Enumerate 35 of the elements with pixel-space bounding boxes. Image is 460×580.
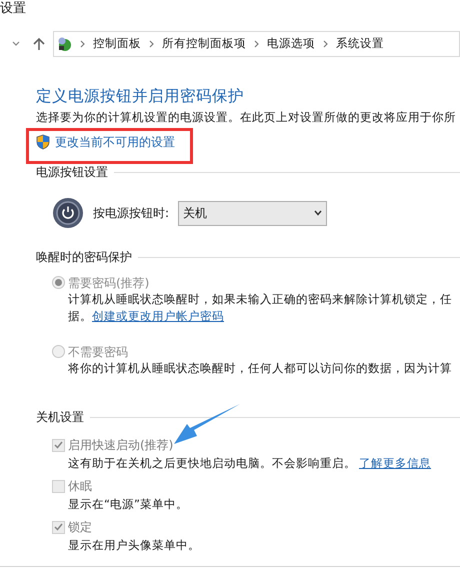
change-settings-link[interactable]: 更改当前不可用的设置 [55,133,175,151]
radio-label: 需要密码(推荐) [68,274,150,292]
chevron-right-icon [254,40,259,48]
description-text: 计算机从睡眠状态唤醒时，如果未输入正确的密码来解除计算机锁定，任 [68,291,453,308]
section-title: 关机设置 [36,409,84,426]
section-title: 电源按钮设置 [36,164,108,181]
chevron-down-icon[interactable] [12,41,20,47]
section-title: 唤醒时的密码保护 [36,249,132,266]
dropdown-caret-icon [314,210,322,216]
chevron-right-icon [80,40,85,48]
chevron-right-icon [149,40,154,48]
breadcrumb-item[interactable]: 电源选项 [267,35,315,53]
control-panel-icon [56,36,72,52]
window-title: 设置 [0,1,26,17]
address-bar[interactable]: 控制面板 所有控制面板项 电源选项 系统设置 [53,31,460,57]
description-text: 显示在“电源”菜单中。 [68,496,188,514]
description-text: 显示在用户头像菜单中。 [68,537,200,554]
page-heading: 定义电源按钮并启用密码保护 [36,86,245,106]
radio-label: 不需要密码 [68,344,128,360]
breadcrumb-item[interactable]: 系统设置 [336,35,384,53]
description-text: 将你的计算机从睡眠状态唤醒时，任何人都可以访问你的数据，因为计算 [68,360,453,377]
description-text: 选择要为你的计算机设置的电源设置。在此页上对设置所做的更改将应用于你所 [36,109,457,125]
chevron-right-icon [323,40,328,48]
breadcrumb-item[interactable]: 所有控制面板项 [162,35,246,53]
power-icon [52,197,84,229]
checkbox-label: 锁定 [68,519,92,536]
shield-icon [36,134,50,150]
description-text: 这有助于在关机之后更快地启动电脑。不会影响重启。 [68,455,356,472]
description-text: 据。 [68,308,92,325]
checkbox-label: 启用快速启动(推荐) [68,437,174,454]
power-action-dropdown[interactable]: 关机 [178,200,328,226]
power-button-label: 按电源按钮时: [93,205,170,222]
breadcrumb-item[interactable]: 控制面板 [93,35,141,53]
up-arrow-icon[interactable] [33,37,45,51]
checkbox-label: 休眠 [68,478,92,495]
